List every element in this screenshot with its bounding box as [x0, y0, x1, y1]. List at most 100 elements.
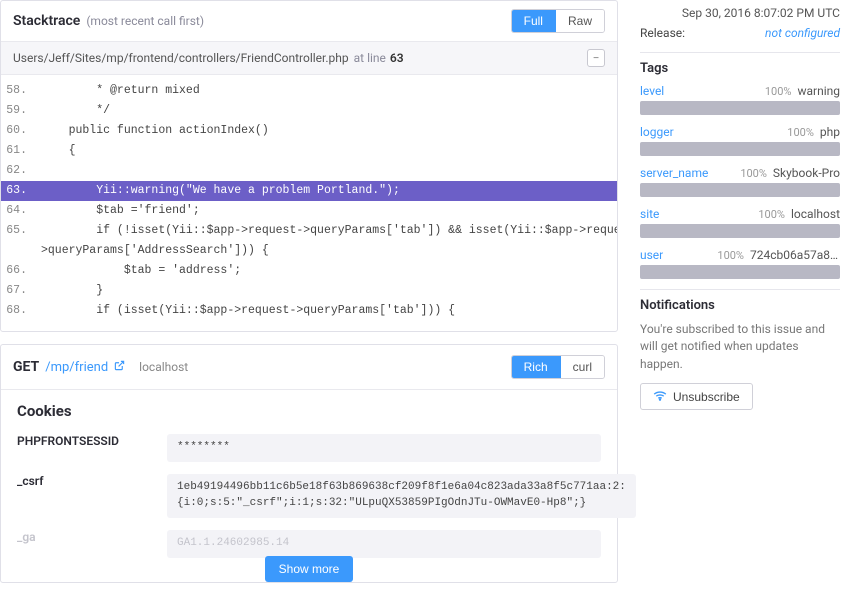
- line-text: {: [41, 141, 76, 161]
- code-line: 66. $tab = 'address';: [1, 261, 617, 281]
- at-line-number: 63: [390, 51, 404, 65]
- rich-button[interactable]: Rich: [512, 356, 560, 378]
- cookie-key: _ga: [17, 530, 167, 558]
- cookie-row: _csrf1eb49194496bb11c6b5e18f63b869638cf2…: [1, 468, 617, 524]
- line-text: public function actionIndex(): [41, 121, 269, 141]
- tag-item[interactable]: logger 100% php: [640, 125, 840, 156]
- tag-item[interactable]: site 100% localhost: [640, 207, 840, 238]
- unsubscribe-button[interactable]: Unsubscribe: [640, 383, 753, 410]
- raw-button[interactable]: Raw: [555, 10, 604, 32]
- line-number: [1, 241, 41, 261]
- tag-name: user: [640, 248, 663, 262]
- line-number: 64.: [1, 201, 41, 221]
- code-line: 59. */: [1, 101, 617, 121]
- line-text: >queryParams['AddressSearch'])) {: [41, 241, 269, 261]
- line-number: 67.: [1, 281, 41, 301]
- code-line: >queryParams['AddressSearch'])) {: [1, 241, 617, 261]
- code-line: 62.: [1, 161, 617, 181]
- code-line: 68. if (isset(Yii::$app->request->queryP…: [1, 301, 617, 321]
- line-number: 62.: [1, 161, 41, 181]
- release-label: Release:: [640, 26, 685, 40]
- line-text: if (!isset(Yii::$app->request->queryPara…: [41, 221, 617, 241]
- line-number: 66.: [1, 261, 41, 281]
- cookie-value: ********: [167, 434, 601, 462]
- line-number: 59.: [1, 101, 41, 121]
- line-number: 68.: [1, 301, 41, 321]
- tag-percent: 100%: [740, 167, 767, 180]
- tag-value: warning: [797, 84, 840, 98]
- tag-percent: 100%: [758, 208, 785, 221]
- full-button[interactable]: Full: [512, 10, 555, 32]
- tag-percent: 100%: [717, 249, 744, 262]
- tag-item[interactable]: user100%724cb06a57a8f...: [640, 248, 840, 279]
- tags-list: level 100% warning logger 100% php server_name…: [640, 84, 840, 279]
- line-text: if (isset(Yii::$app->request->queryParam…: [41, 301, 455, 321]
- release-value[interactable]: not configured: [765, 26, 840, 40]
- request-header: GET /mp/friend localhost Rich curl: [1, 345, 617, 390]
- cookie-key: PHPFRONTSESSID: [17, 434, 167, 462]
- tag-name: server_name: [640, 166, 708, 180]
- cookies-list: PHPFRONTSESSID********_csrf1eb49194496bb…: [1, 428, 617, 564]
- curl-button[interactable]: curl: [560, 356, 604, 378]
- tags-heading: Tags: [640, 52, 840, 76]
- stacktrace-title: Stacktrace: [13, 13, 80, 29]
- collapse-icon[interactable]: −: [587, 49, 605, 67]
- http-path: /mp/friend: [45, 360, 108, 375]
- show-more-button[interactable]: Show more: [265, 556, 354, 582]
- line-text: */: [41, 101, 110, 121]
- line-text: * @return mixed: [41, 81, 200, 101]
- http-host: localhost: [139, 360, 188, 374]
- release-row: Release: not configured: [640, 26, 840, 40]
- line-text: }: [41, 281, 103, 301]
- file-bar: Users/Jeff/Sites/mp/frontend/controllers…: [1, 42, 617, 75]
- line-text: Yii::warning("We have a problem Portland…: [41, 181, 400, 201]
- file-path: Users/Jeff/Sites/mp/frontend/controllers…: [13, 51, 349, 65]
- cookie-key: _csrf: [17, 474, 167, 518]
- at-line-label: at line: [354, 51, 386, 65]
- stacktrace-header: Stacktrace (most recent call first) Full…: [1, 1, 617, 42]
- tag-percent: 100%: [787, 126, 814, 139]
- wifi-icon: [653, 389, 667, 404]
- line-number: 60.: [1, 121, 41, 141]
- http-method: GET: [13, 359, 39, 375]
- tag-name: site: [640, 207, 659, 221]
- cookie-row: PHPFRONTSESSID********: [1, 428, 617, 468]
- tag-bar: [640, 265, 840, 279]
- tag-bar: [640, 142, 840, 156]
- cookies-heading: Cookies: [1, 390, 617, 428]
- tag-percent: 100%: [765, 85, 792, 98]
- line-number: 58.: [1, 81, 41, 101]
- notifications-text: You're subscribed to this issue and will…: [640, 321, 840, 373]
- code-line: 65. if (!isset(Yii::$app->request->query…: [1, 221, 617, 241]
- code-line: 61. {: [1, 141, 617, 161]
- line-number: 63.: [1, 181, 41, 201]
- tag-name: logger: [640, 125, 674, 139]
- stacktrace-view-toggle: Full Raw: [511, 9, 605, 33]
- request-panel: GET /mp/friend localhost Rich curl Cooki…: [0, 344, 618, 583]
- unsubscribe-label: Unsubscribe: [673, 390, 740, 404]
- code-line: 64. $tab ='friend';: [1, 201, 617, 221]
- external-link-icon[interactable]: [114, 360, 125, 375]
- line-number: 61.: [1, 141, 41, 161]
- line-text: $tab = 'address';: [41, 261, 241, 281]
- tag-item[interactable]: level 100% warning: [640, 84, 840, 115]
- notifications-heading: Notifications: [640, 289, 840, 313]
- stacktrace-panel: Stacktrace (most recent call first) Full…: [0, 0, 618, 332]
- tag-bar: [640, 224, 840, 238]
- tag-value: localhost: [791, 207, 840, 221]
- code-block: 58. * @return mixed59. */60. public func…: [1, 75, 617, 331]
- event-timestamp: Sep 30, 2016 8:07:02 PM UTC: [640, 6, 840, 20]
- stacktrace-subtitle: (most recent call first): [86, 14, 204, 28]
- cookie-value: 1eb49194496bb11c6b5e18f63b869638cf209f8f…: [167, 474, 636, 518]
- tag-item[interactable]: server_name100%Skybook-Pro: [640, 166, 840, 197]
- code-line: 60. public function actionIndex(): [1, 121, 617, 141]
- code-line: 58. * @return mixed: [1, 81, 617, 101]
- code-line: 63. Yii::warning("We have a problem Port…: [1, 181, 617, 201]
- line-number: 65.: [1, 221, 41, 241]
- tag-bar: [640, 183, 840, 197]
- tag-name: level: [640, 84, 664, 98]
- cookie-value: GA1.1.24602985.14: [167, 530, 601, 558]
- request-view-toggle: Rich curl: [511, 355, 605, 379]
- tag-value: php: [820, 125, 840, 139]
- line-text: $tab ='friend';: [41, 201, 200, 221]
